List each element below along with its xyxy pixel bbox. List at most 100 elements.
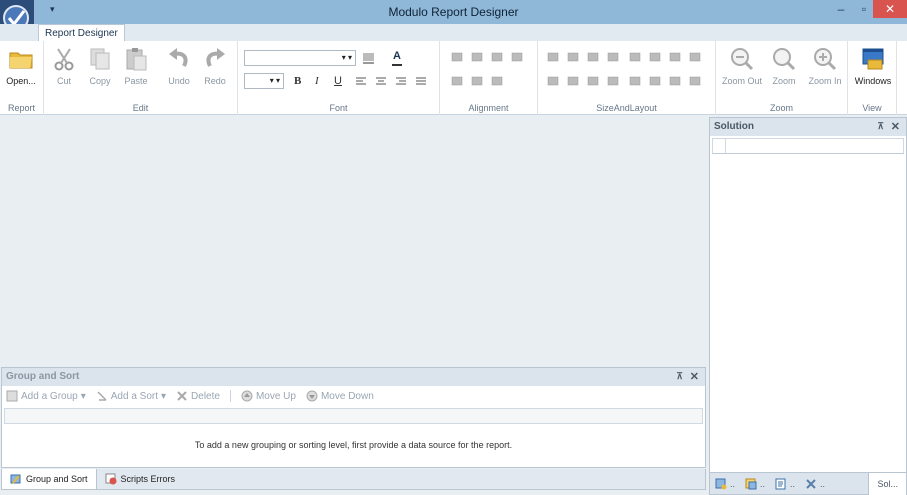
add-sort-button[interactable]: Add a Sort ▾ xyxy=(96,390,166,402)
size-layout-icons[interactable] xyxy=(546,51,710,91)
minimize-button[interactable]: – xyxy=(830,0,852,18)
undo-label: Undo xyxy=(168,76,190,86)
copy-icon xyxy=(90,48,110,70)
group-size-layout: SizeAndLayout xyxy=(538,41,716,115)
clipboard-icon xyxy=(126,48,147,71)
group-sort-title: Group and Sort xyxy=(6,371,80,382)
zoom-button[interactable]: Zoom xyxy=(764,44,804,86)
windows-label: Windows xyxy=(854,76,892,86)
bold-button[interactable]: B xyxy=(294,75,301,87)
tab-group-sort[interactable]: Group and Sort xyxy=(2,469,97,489)
group-report: Open... Report xyxy=(0,41,44,115)
tools-icon xyxy=(806,479,816,489)
group-label-font: Font xyxy=(329,103,348,113)
group-sort-icon xyxy=(10,474,21,484)
underline-button[interactable]: U xyxy=(334,75,342,87)
alignment-icons[interactable] xyxy=(450,51,530,91)
window-title: Modulo Report Designer xyxy=(388,5,519,19)
group-sort-message: To add a new grouping or sorting level, … xyxy=(194,440,513,450)
close-icon[interactable]: ✕ xyxy=(690,370,699,383)
font-color-bar xyxy=(392,64,402,66)
tab-scripts-errors[interactable]: Scripts Errors xyxy=(97,469,184,489)
close-icon[interactable]: ✕ xyxy=(891,120,900,133)
redo-label: Redo xyxy=(204,76,226,86)
arrow-up-icon xyxy=(241,390,253,402)
solution-panel: Solution ⊼ ✕ .. .. .. .. Sol... xyxy=(709,117,907,495)
scissors-icon xyxy=(54,48,74,71)
copy-label: Copy xyxy=(89,76,111,86)
arrow-down-icon xyxy=(306,390,318,402)
tab-solution-3[interactable]: .. xyxy=(770,473,800,495)
font-family-select[interactable]: ▾ ▾ xyxy=(244,50,356,66)
ribbon: Open... Report Cut Copy Paste Undo Redo … xyxy=(0,41,907,115)
pin-icon[interactable]: ⊼ xyxy=(877,121,884,132)
zoom-out-label: Zoom Out xyxy=(721,76,762,86)
zoom-label: Zoom xyxy=(772,76,796,86)
chevron-down-icon: ▾ ▾ xyxy=(269,76,280,85)
delete-button[interactable]: Delete xyxy=(176,390,220,402)
group-view: Windows View xyxy=(848,41,897,115)
zoom-icon xyxy=(773,48,796,71)
group-sort-grid-header xyxy=(4,408,703,424)
move-down-button[interactable]: Move Down xyxy=(306,390,374,402)
datasource-icon xyxy=(715,478,727,490)
group-label-alignment: Alignment xyxy=(468,103,509,113)
maximize-button[interactable]: ▫ xyxy=(853,0,875,18)
zoom-out-icon xyxy=(731,48,754,71)
zoom-in-icon xyxy=(814,48,837,71)
chevron-down-icon: ▾ ▾ xyxy=(341,53,352,62)
group-zoom: Zoom Out Zoom Zoom In Zoom xyxy=(716,41,848,115)
tab-solution-4[interactable]: .. xyxy=(800,473,830,495)
undo-button[interactable]: Undo xyxy=(159,44,199,86)
italic-button[interactable]: I xyxy=(315,75,319,87)
cut-button[interactable]: Cut xyxy=(44,44,84,86)
tab-solution[interactable]: Sol... xyxy=(868,473,906,495)
add-group-icon xyxy=(6,390,18,402)
delete-icon xyxy=(177,391,187,401)
open-button[interactable]: Open... xyxy=(1,44,41,86)
font-size-select[interactable]: ▾ ▾ xyxy=(244,73,284,89)
text-align-icons[interactable] xyxy=(356,77,430,87)
pin-icon[interactable]: ⊼ xyxy=(676,371,683,382)
error-icon xyxy=(105,473,117,485)
bottom-tab-strip: Group and Sort Scripts Errors xyxy=(1,469,706,490)
cut-label: Cut xyxy=(56,76,71,86)
group-label-size-layout: SizeAndLayout xyxy=(596,103,657,113)
group-label-edit: Edit xyxy=(132,103,149,113)
redo-icon xyxy=(206,48,225,67)
group-sort-toolbar: Add a Group ▾ Add a Sort ▾ Delete Move Up … xyxy=(6,388,374,404)
font-color-button[interactable]: A xyxy=(393,50,401,62)
zoom-in-label: Zoom In xyxy=(808,76,842,86)
group-edit: Cut Copy Paste Undo Redo Edit xyxy=(44,41,238,115)
group-font: ▾ ▾ A ▾ ▾ B I U Font xyxy=(238,41,440,115)
designer-canvas[interactable] xyxy=(0,116,708,366)
paste-button[interactable]: Paste xyxy=(116,44,156,86)
undo-icon xyxy=(169,48,188,67)
solution-tab-strip: .. .. .. .. Sol... xyxy=(710,472,906,495)
close-button[interactable]: ✕ xyxy=(873,0,907,18)
highlight-color-icon[interactable] xyxy=(362,51,376,65)
move-up-button[interactable]: Move Up xyxy=(241,390,296,402)
copy-button[interactable]: Copy xyxy=(80,44,120,86)
sort-icon xyxy=(97,391,107,401)
tab-solution-2[interactable]: .. xyxy=(740,473,770,495)
title-bar: ▾ Modulo Report Designer – ▫ ✕ xyxy=(0,0,907,36)
folder-icon xyxy=(9,52,33,69)
tab-solution-1[interactable]: .. xyxy=(710,473,740,495)
zoom-in-button[interactable]: Zoom In xyxy=(803,44,847,86)
structure-icon xyxy=(745,478,757,490)
properties-icon xyxy=(775,478,786,490)
toolbar-separator xyxy=(229,390,231,402)
add-group-button[interactable]: Add a Group ▾ xyxy=(6,390,86,402)
windows-button[interactable]: Windows xyxy=(851,44,895,86)
zoom-out-button[interactable]: Zoom Out xyxy=(719,44,765,86)
group-alignment: Alignment xyxy=(440,41,538,115)
open-label: Open... xyxy=(6,76,36,86)
group-label-view: View xyxy=(862,103,882,113)
solution-tree-header xyxy=(712,138,904,154)
redo-button[interactable]: Redo xyxy=(195,44,235,86)
solution-header: Solution ⊼ ✕ xyxy=(710,118,906,136)
group-label-report: Report xyxy=(7,103,35,113)
paste-label: Paste xyxy=(124,76,148,86)
windows-icon xyxy=(862,48,884,70)
